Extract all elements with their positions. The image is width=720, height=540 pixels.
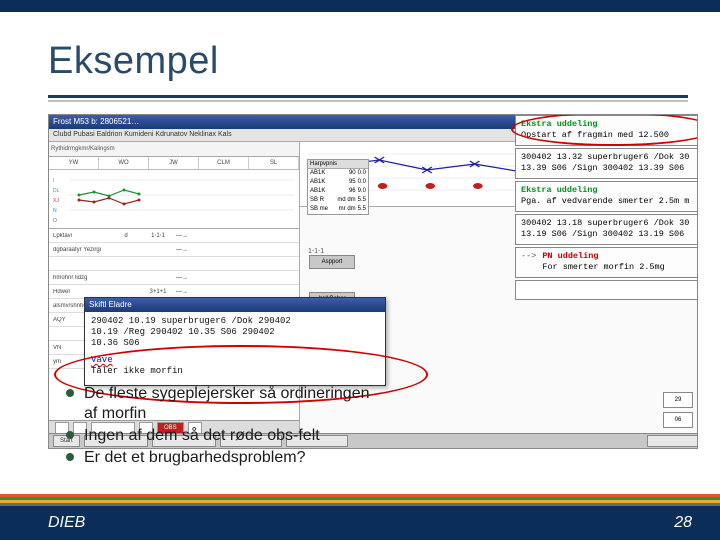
vitals-chart: I DL XJ N O: [49, 170, 299, 229]
bullet-icon: [66, 431, 74, 439]
slide-title: Eksempel: [48, 40, 219, 83]
midbtn-1[interactable]: Aspport: [309, 255, 355, 269]
bullet-icon: [66, 453, 74, 461]
popup-line2: 10.19 /Reg 290402 10.35 S06 290402: [91, 327, 379, 338]
bullet-text: De fleste sygeplejersker så ordineringen…: [84, 384, 386, 424]
bullet-text: Er det et brugbarhedsproblem?: [84, 448, 305, 468]
footer-bands: [0, 494, 720, 506]
slide-top-bar: [0, 0, 720, 12]
note-1: Ekstra uddeling Opstart af fragmin med 1…: [515, 115, 698, 146]
svg-text:O: O: [53, 218, 57, 224]
svg-text:I: I: [53, 178, 54, 184]
footer-left: DIEB: [48, 514, 85, 532]
left-panel-header: Rythidrmgkmr/Kalingsm: [49, 142, 299, 157]
note-4: 300402 13.18 superbruger6 /Dok 30 13.19 …: [515, 214, 698, 245]
popup-window: Skiftl Eladre 290402 10.19 superbruger6 …: [84, 297, 386, 386]
bullet-icon: [66, 389, 74, 397]
note-blank: [515, 280, 698, 300]
title-underline: [48, 95, 688, 102]
obs-row: hmohnr lidzg—→: [49, 271, 299, 285]
svg-text:XJ: XJ: [53, 198, 59, 204]
bullet-list: De fleste sygeplejersker så ordineringen…: [66, 384, 386, 470]
popup-line1: 290402 10.19 superbruger6 /Dok 290402: [91, 316, 379, 327]
note-5: --> PN uddeling For smerter morfin 2.5mg: [515, 247, 698, 278]
obs-row: dgbaraafyr Yezirgi—→: [49, 243, 299, 257]
note-stack: Ekstra uddeling Opstart af fragmin med 1…: [515, 115, 698, 300]
note-3: Ekstra uddeling Pga. af vedvarende smert…: [515, 181, 698, 212]
bullet-text: Ingen af dem så det røde obs-felt: [84, 426, 320, 446]
bullet-item: Ingen af dem så det røde obs-felt: [66, 426, 386, 446]
popup-line3: 10.36 S06: [91, 338, 379, 349]
popup-title: Skiftl Eladre: [85, 298, 385, 312]
taskbar-tray[interactable]: [647, 435, 698, 447]
footer-page-number: 28: [674, 514, 692, 532]
slide-footer: DIEB 28: [0, 506, 720, 540]
right-stubs: 29 06: [663, 392, 693, 428]
left-panel-columns: YW WO JW CLM SL: [49, 157, 299, 170]
svg-text:N: N: [53, 208, 57, 214]
popup-cave-head: Vave: [91, 355, 379, 366]
obs-row: Lpktavid1⋅1⋅1—→: [49, 229, 299, 243]
obs-row: [49, 257, 299, 271]
right-small-label: 1⋅1⋅1: [308, 247, 324, 255]
popup-cave-body: Tåler ikke morfin: [91, 366, 379, 377]
svg-text:DL: DL: [53, 188, 60, 194]
bullet-item: Er det et brugbarhedsproblem?: [66, 448, 386, 468]
mid-panel: Harpvpnis AB1K900.0AB1K950.0AB1K969.0SB …: [307, 159, 369, 215]
bullet-item: De fleste sygeplejersker så ordineringen…: [66, 384, 386, 424]
note-2: 300402 13.32 superbruger6 /Dok 30 13.39 …: [515, 148, 698, 179]
